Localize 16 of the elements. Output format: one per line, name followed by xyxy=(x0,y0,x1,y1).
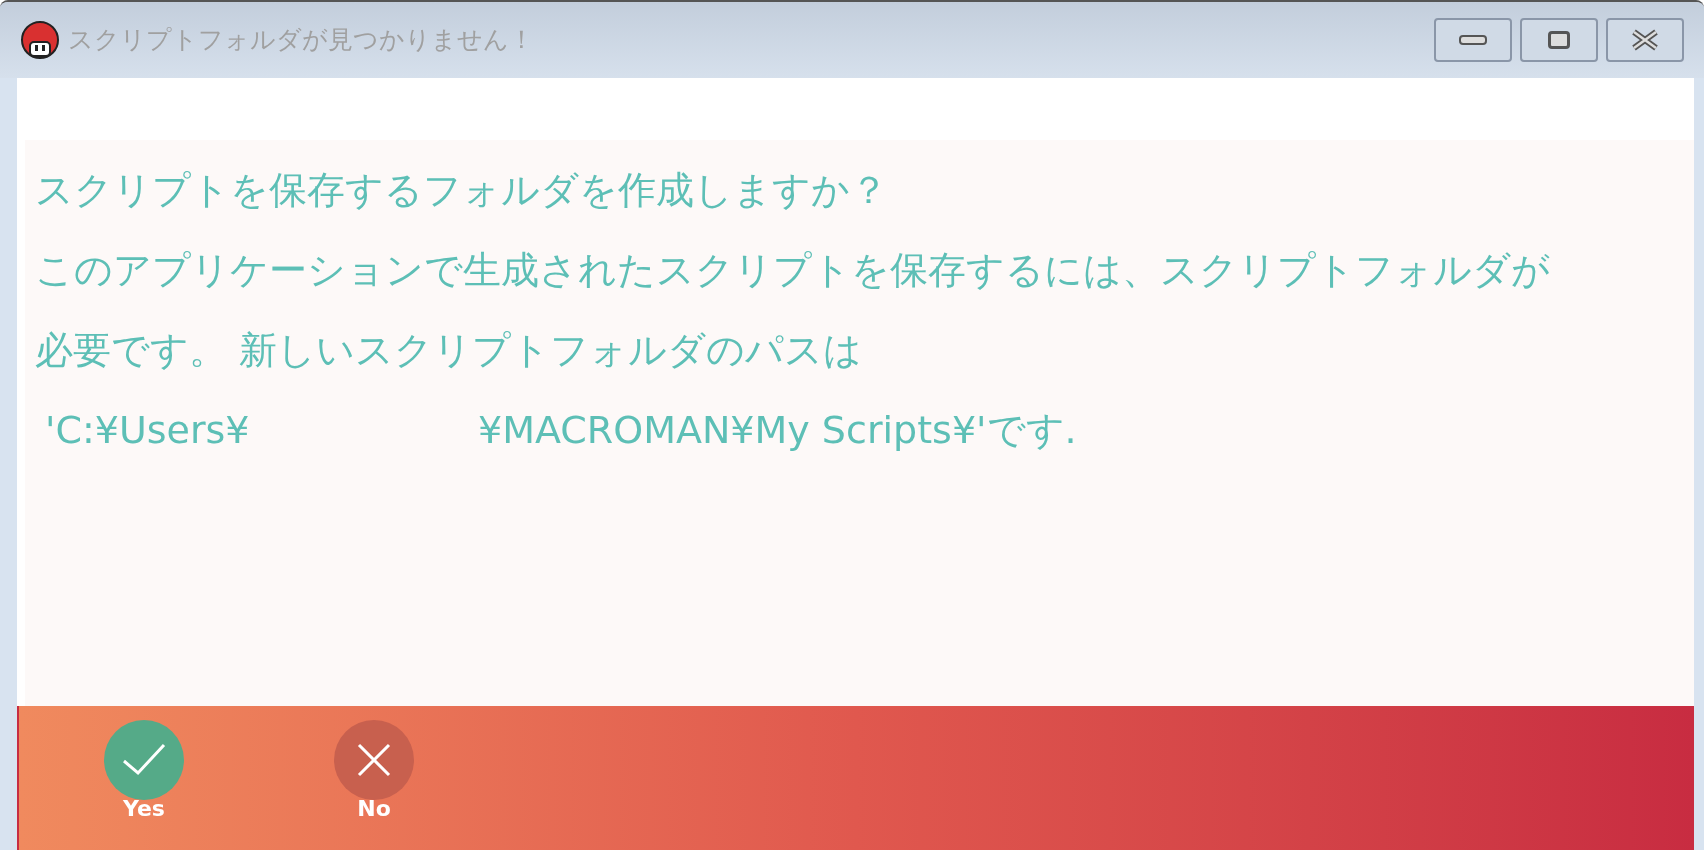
minimize-icon xyxy=(1459,35,1487,45)
maximize-button[interactable] xyxy=(1520,18,1598,62)
no-button[interactable]: No xyxy=(319,720,429,822)
message-text: このアプリケーションで生成されたスクリプトを保存するには、スクリプトフォルダが必要です。 新しいスクリプトフォルダのパスは xyxy=(35,247,1551,374)
check-icon xyxy=(122,743,166,777)
path-text: ¥MACROMAN¥My Scripts¥'です. xyxy=(478,407,1077,454)
yes-button[interactable]: Yes xyxy=(89,720,199,822)
question-text: スクリプトを保存するフォルダを作成しますか？ xyxy=(35,167,888,214)
maximize-icon xyxy=(1548,31,1570,49)
close-button[interactable] xyxy=(1606,18,1684,62)
close-icon xyxy=(1631,29,1659,51)
path-text: 'C:¥Users¥ xyxy=(45,407,251,454)
minimize-button[interactable] xyxy=(1434,18,1512,62)
app-logo-icon xyxy=(20,20,60,60)
close-icon xyxy=(357,743,391,777)
window-title: スクリプトフォルダが見つかりません！ xyxy=(68,24,534,57)
